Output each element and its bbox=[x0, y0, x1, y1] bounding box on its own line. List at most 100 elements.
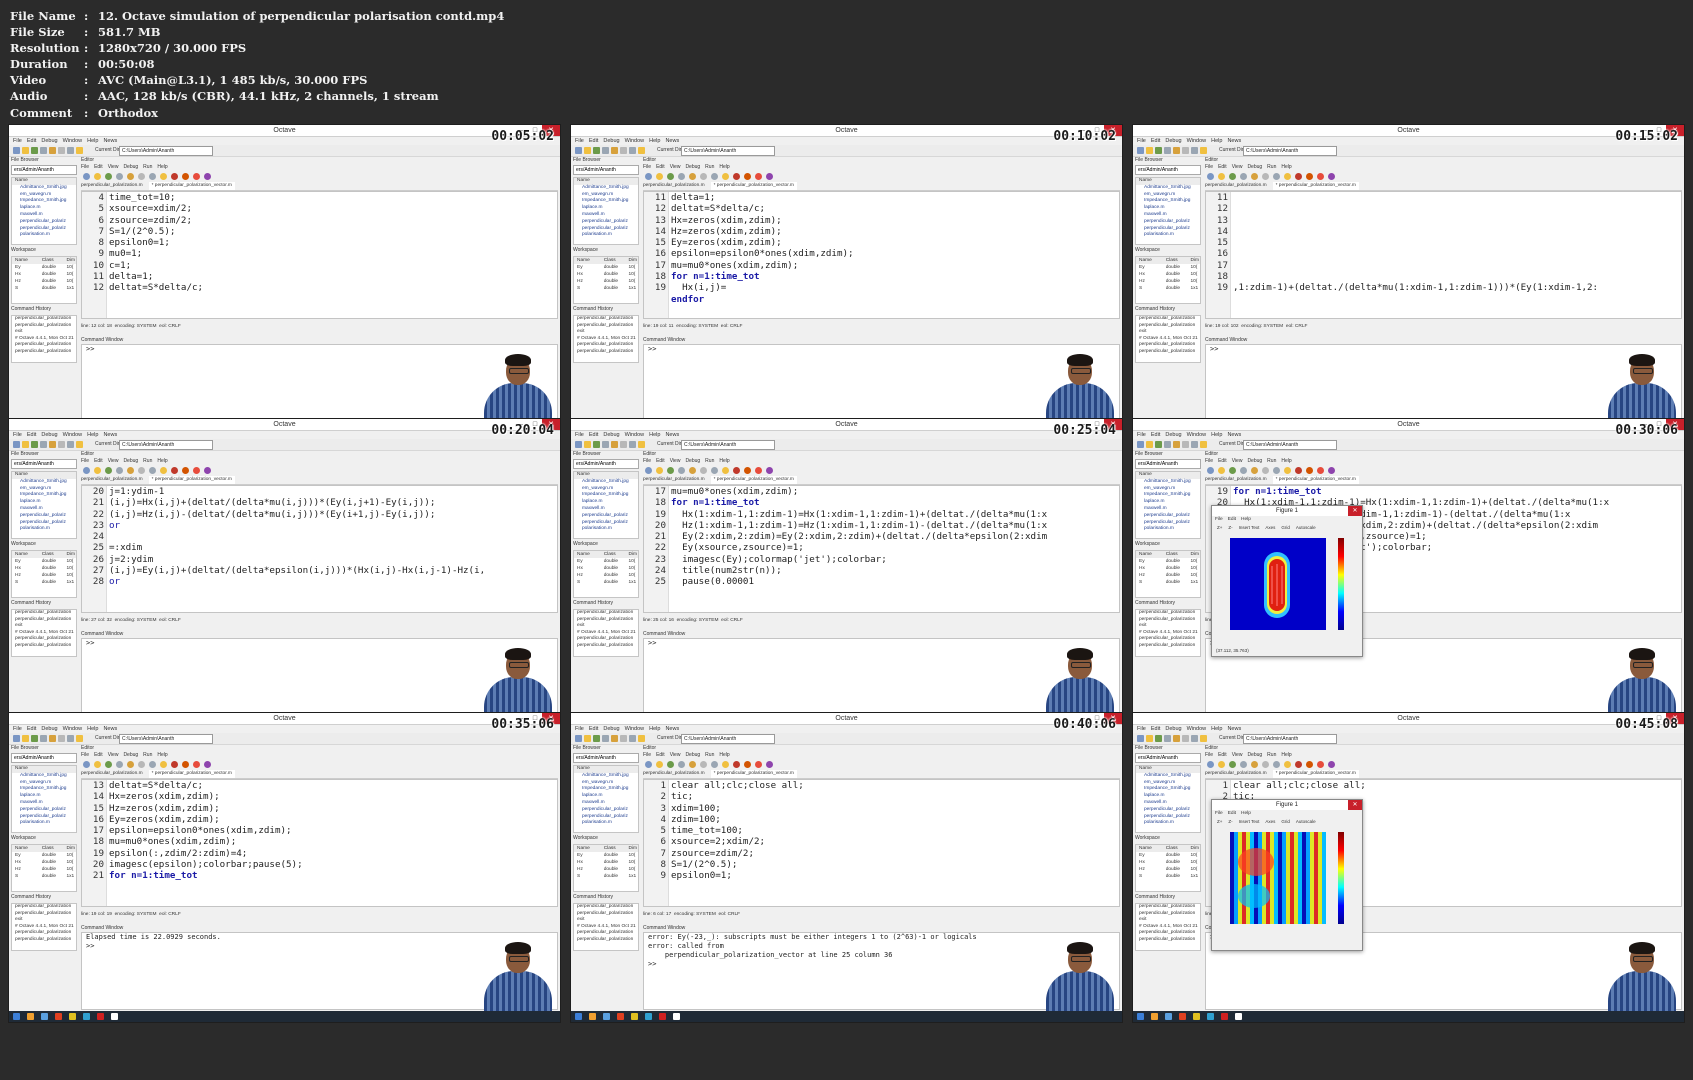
code-line[interactable]: 21 Ey(2:xdim,2:zdim)=Ey(2:xdim,2:zdim)+(… bbox=[644, 531, 1119, 542]
workspace-col[interactable]: Name bbox=[1136, 551, 1166, 558]
editor-menu-item[interactable]: Debug bbox=[1247, 164, 1262, 171]
toolbar-icon[interactable] bbox=[1200, 735, 1207, 742]
editor-tool-icon[interactable] bbox=[722, 173, 729, 180]
toolbar-icon[interactable] bbox=[611, 441, 618, 448]
code-line[interactable]: 17 epsilon=epsilon0*ones(xdim,zdim); bbox=[82, 825, 557, 836]
editor-tool-icon[interactable] bbox=[171, 467, 178, 474]
editor-tool-icon[interactable] bbox=[204, 173, 211, 180]
taskbar-icon[interactable] bbox=[27, 1013, 34, 1020]
file-list-item[interactable]: polarisation.m bbox=[574, 526, 638, 533]
menu-item[interactable]: Help bbox=[1211, 431, 1222, 439]
toolbar-icon[interactable] bbox=[31, 147, 38, 154]
toolbar-icon[interactable] bbox=[1200, 147, 1207, 154]
editor-menu-item[interactable]: Help bbox=[1281, 752, 1291, 759]
workspace-row[interactable]: Hx double 10( bbox=[1136, 565, 1200, 572]
code-line[interactable]: 10 c=1; bbox=[82, 260, 557, 271]
editor-tool-icon[interactable] bbox=[182, 467, 189, 474]
editor-tool-icon[interactable] bbox=[755, 761, 762, 768]
menu-item[interactable]: Debug bbox=[41, 725, 57, 733]
editor-tool-icon[interactable] bbox=[1207, 761, 1214, 768]
file-list-item[interactable]: perpendicular_polariz bbox=[12, 513, 76, 520]
code-line[interactable]: 15 bbox=[1206, 237, 1681, 248]
file-list-item[interactable]: perpendicular_polariz bbox=[12, 807, 76, 814]
editor-tool-icon[interactable] bbox=[733, 761, 740, 768]
editor-menu-item[interactable]: Run bbox=[143, 164, 152, 171]
editor-tool-icon[interactable] bbox=[1251, 467, 1258, 474]
figure-tool[interactable]: Autoscale bbox=[1296, 524, 1316, 532]
toolbar-icon[interactable] bbox=[1146, 147, 1153, 154]
editor-tool-icon[interactable] bbox=[1240, 467, 1247, 474]
toolbar-icon[interactable] bbox=[49, 735, 56, 742]
editor-menu-item[interactable]: Run bbox=[705, 752, 714, 759]
menu-item[interactable]: Window bbox=[625, 431, 645, 439]
editor-menu-item[interactable]: Edit bbox=[656, 164, 665, 171]
toolbar-icon[interactable] bbox=[593, 735, 600, 742]
code-line[interactable]: 28 or bbox=[82, 576, 557, 587]
file-list-item[interactable]: maxwell.m bbox=[1136, 506, 1200, 513]
editor-tool-icon[interactable] bbox=[689, 173, 696, 180]
workspace-row[interactable]: Hz double 10( bbox=[12, 866, 76, 873]
toolbar-icon[interactable] bbox=[584, 147, 591, 154]
workspace-col[interactable]: Dim bbox=[628, 551, 638, 558]
editor-tool-icon[interactable] bbox=[744, 173, 751, 180]
editor-tool-icon[interactable] bbox=[83, 761, 90, 768]
history-item[interactable]: perpendicular_polarization bbox=[1136, 349, 1200, 356]
toolbar-icon[interactable] bbox=[575, 147, 582, 154]
taskbar-icon[interactable] bbox=[1235, 1013, 1242, 1020]
menu-item[interactable]: Window bbox=[63, 137, 83, 145]
code-area[interactable]: 17 mu=mu0*ones(xdim,zdim); 18 for n=1:time_… bbox=[643, 485, 1120, 613]
editor-tool-icon[interactable] bbox=[1262, 467, 1269, 474]
editor-menu-item[interactable]: File bbox=[643, 458, 651, 465]
code-line[interactable]: 23 or bbox=[82, 520, 557, 531]
editor-tool-icon[interactable] bbox=[171, 173, 178, 180]
editor-tool-icon[interactable] bbox=[1262, 761, 1269, 768]
toolbar-icon[interactable] bbox=[76, 735, 83, 742]
editor-menu-item[interactable]: Debug bbox=[685, 164, 700, 171]
menu-item[interactable]: News bbox=[665, 431, 679, 439]
taskbar-icon[interactable] bbox=[69, 1013, 76, 1020]
workspace-col[interactable]: Class bbox=[42, 551, 67, 558]
workspace-row[interactable]: Hz double 10( bbox=[12, 278, 76, 285]
workspace-col[interactable]: Name bbox=[12, 845, 42, 852]
workspace-row[interactable]: Sdouble 1x1 bbox=[12, 873, 76, 880]
toolbar-icon[interactable] bbox=[49, 441, 56, 448]
file-browser-path[interactable]: ers/Admin/Ananth bbox=[11, 753, 77, 763]
editor-menu-item[interactable]: Edit bbox=[656, 458, 665, 465]
code-line[interactable]: 13 deltat=S*delta/c; bbox=[82, 780, 557, 791]
editor-tool-icon[interactable] bbox=[1273, 761, 1280, 768]
editor-menu-item[interactable]: Help bbox=[719, 752, 729, 759]
editor-tool-icon[interactable] bbox=[83, 173, 90, 180]
editor-menu-item[interactable]: Edit bbox=[1218, 752, 1227, 759]
field-plot[interactable] bbox=[1230, 538, 1326, 630]
toolbar-icon[interactable] bbox=[76, 147, 83, 154]
menu-item[interactable]: News bbox=[103, 137, 117, 145]
code-line[interactable]: 20 imagesc(epsilon);colorbar;pause(5); bbox=[82, 859, 557, 870]
code-line[interactable]: 17 bbox=[1206, 260, 1681, 271]
editor-tool-icon[interactable] bbox=[83, 467, 90, 474]
editor-menu-item[interactable]: Run bbox=[705, 458, 714, 465]
editor-menu-item[interactable]: Help bbox=[157, 458, 167, 465]
history-item[interactable]: perpendicular_polarization bbox=[1136, 342, 1200, 349]
current-directory-input[interactable]: C:\Users\Admin\Ananth bbox=[119, 146, 213, 156]
editor-tab[interactable]: perpendicular_polarization.m bbox=[1205, 182, 1267, 190]
toolbar-icon[interactable] bbox=[67, 441, 74, 448]
workspace-row[interactable]: Sdouble 1x1 bbox=[1136, 579, 1200, 586]
editor-menu-item[interactable]: Help bbox=[719, 164, 729, 171]
editor-tool-icon[interactable] bbox=[1251, 761, 1258, 768]
file-list-item[interactable]: laplace.m bbox=[1136, 499, 1200, 506]
menu-item[interactable]: Debug bbox=[603, 725, 619, 733]
editor-tool-icon[interactable] bbox=[711, 173, 718, 180]
workspace-col[interactable]: Dim bbox=[1190, 551, 1200, 558]
workspace-col[interactable]: Dim bbox=[1190, 257, 1200, 264]
menu-item[interactable]: Debug bbox=[1165, 725, 1181, 733]
menu-item[interactable]: News bbox=[665, 725, 679, 733]
history-item[interactable]: perpendicular_polarization bbox=[574, 904, 638, 911]
editor-tab[interactable]: perpendicular_polarization.m bbox=[1205, 476, 1267, 484]
taskbar-icon[interactable] bbox=[575, 1013, 582, 1020]
workspace-row[interactable]: Ey double 10( bbox=[12, 558, 76, 565]
editor-tab[interactable]: perpendicular_polarization.m bbox=[643, 182, 705, 190]
workspace-col[interactable]: Class bbox=[604, 257, 629, 264]
editor-tool-icon[interactable] bbox=[1273, 467, 1280, 474]
code-line[interactable]: 27 (i,j)=Ey(i,j)+(deltat/(delta*epsilon(i… bbox=[82, 565, 557, 576]
menu-item[interactable]: News bbox=[1227, 431, 1241, 439]
